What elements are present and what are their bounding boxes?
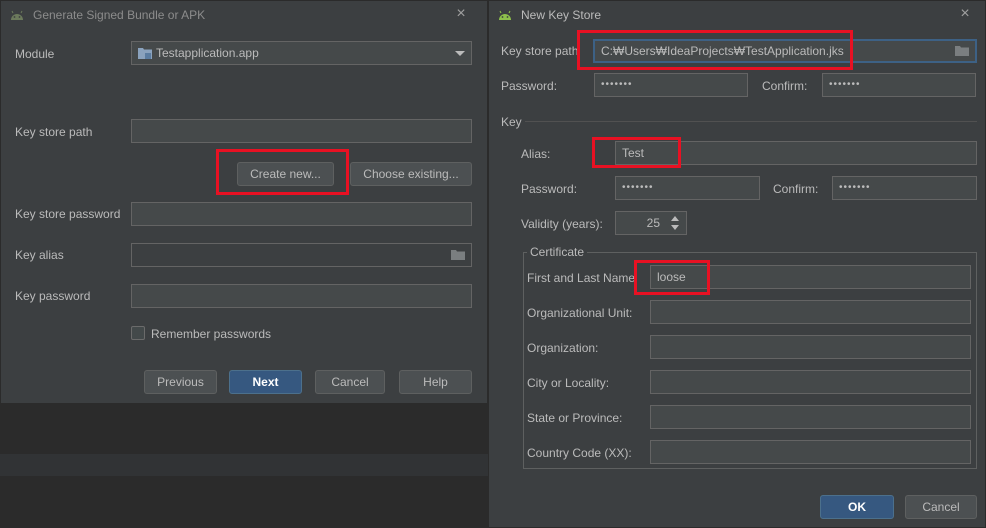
dialog-title: Generate Signed Bundle or APK xyxy=(33,7,206,22)
city-input[interactable] xyxy=(650,370,971,394)
module-folder-icon xyxy=(138,48,152,59)
generate-signed-bundle-dialog: Generate Signed Bundle or APK × Module T… xyxy=(0,0,488,404)
close-icon[interactable]: × xyxy=(453,6,469,22)
spinner-arrows-icon[interactable] xyxy=(666,212,684,234)
validity-label: Validity (years): xyxy=(521,217,603,231)
folder-icon[interactable] xyxy=(451,249,465,260)
organization-input[interactable] xyxy=(650,335,971,359)
ok-button[interactable]: OK xyxy=(820,495,894,519)
organizational-unit-label: Organizational Unit: xyxy=(527,306,633,320)
choose-existing-button[interactable]: Choose existing... xyxy=(350,162,472,186)
previous-button[interactable]: Previous xyxy=(144,370,217,394)
key-password-input[interactable] xyxy=(131,284,472,308)
key-password-input[interactable]: ••••••• xyxy=(615,176,760,200)
key-password-label: Password: xyxy=(521,182,578,196)
remember-passwords-label: Remember passwords xyxy=(151,327,272,341)
alias-label: Alias: xyxy=(521,147,551,161)
next-button[interactable]: Next xyxy=(229,370,302,394)
confirm-label: Confirm: xyxy=(762,79,808,93)
module-label: Module xyxy=(15,47,55,61)
confirm-input[interactable]: ••••••• xyxy=(822,73,976,97)
cancel-button[interactable]: Cancel xyxy=(905,495,977,519)
first-last-name-input[interactable]: loose xyxy=(650,265,971,289)
cancel-button[interactable]: Cancel xyxy=(315,370,385,394)
organization-label: Organization: xyxy=(527,341,599,355)
country-code-label: Country Code (XX): xyxy=(527,446,632,460)
key-confirm-label: Confirm: xyxy=(773,182,819,196)
key-store-password-input[interactable] xyxy=(131,202,472,226)
country-code-input[interactable] xyxy=(650,440,971,464)
folder-icon[interactable] xyxy=(955,45,969,56)
key-store-path-input[interactable]: C:₩Users₩IdeaProjects₩TestApplication.jk… xyxy=(593,39,977,63)
chevron-down-icon xyxy=(455,51,465,56)
alias-input[interactable]: Test xyxy=(615,141,977,165)
validity-value: 25 xyxy=(646,216,660,230)
organizational-unit-input[interactable] xyxy=(650,300,971,324)
certificate-label: Certificate xyxy=(527,245,588,259)
key-password-label: Key password xyxy=(15,289,91,303)
create-new-button[interactable]: Create new... xyxy=(237,162,334,186)
first-last-name-label: First and Last Name xyxy=(527,271,636,285)
key-store-path-input[interactable] xyxy=(131,119,472,143)
ide-status-strip xyxy=(0,454,488,476)
remember-passwords-checkbox[interactable] xyxy=(131,326,145,340)
ide-editor-area xyxy=(0,404,488,454)
dialog-titlebar: New Key Store xyxy=(489,1,985,28)
validity-spinner[interactable]: 25 xyxy=(615,211,687,235)
key-confirm-input[interactable]: ••••••• xyxy=(832,176,977,200)
key-store-path-label: Key store path xyxy=(501,44,579,58)
dialog-title: New Key Store xyxy=(521,7,602,22)
state-input[interactable] xyxy=(650,405,971,429)
key-store-password-label: Key store password xyxy=(15,207,121,221)
android-icon xyxy=(499,10,511,20)
key-alias-input[interactable] xyxy=(131,243,472,267)
password-input[interactable]: ••••••• xyxy=(594,73,748,97)
new-key-store-dialog: New Key Store × Key store path C:₩Users₩… xyxy=(488,0,986,528)
android-icon xyxy=(11,10,23,20)
key-section-divider xyxy=(525,121,977,122)
key-store-path-value: C:₩Users₩IdeaProjects₩TestApplication.jk… xyxy=(601,44,844,58)
key-alias-label: Key alias xyxy=(15,248,64,262)
help-button[interactable]: Help xyxy=(399,370,472,394)
key-store-path-label: Key store path xyxy=(15,125,93,139)
state-label: State or Province: xyxy=(527,411,623,425)
module-value: Testapplication.app xyxy=(156,46,259,60)
city-label: City or Locality: xyxy=(527,376,610,390)
module-select[interactable]: Testapplication.app xyxy=(131,41,472,65)
close-icon[interactable]: × xyxy=(957,6,973,22)
password-label: Password: xyxy=(501,79,558,93)
key-section-label: Key xyxy=(501,115,522,129)
dialog-titlebar: Generate Signed Bundle or APK xyxy=(1,1,487,28)
